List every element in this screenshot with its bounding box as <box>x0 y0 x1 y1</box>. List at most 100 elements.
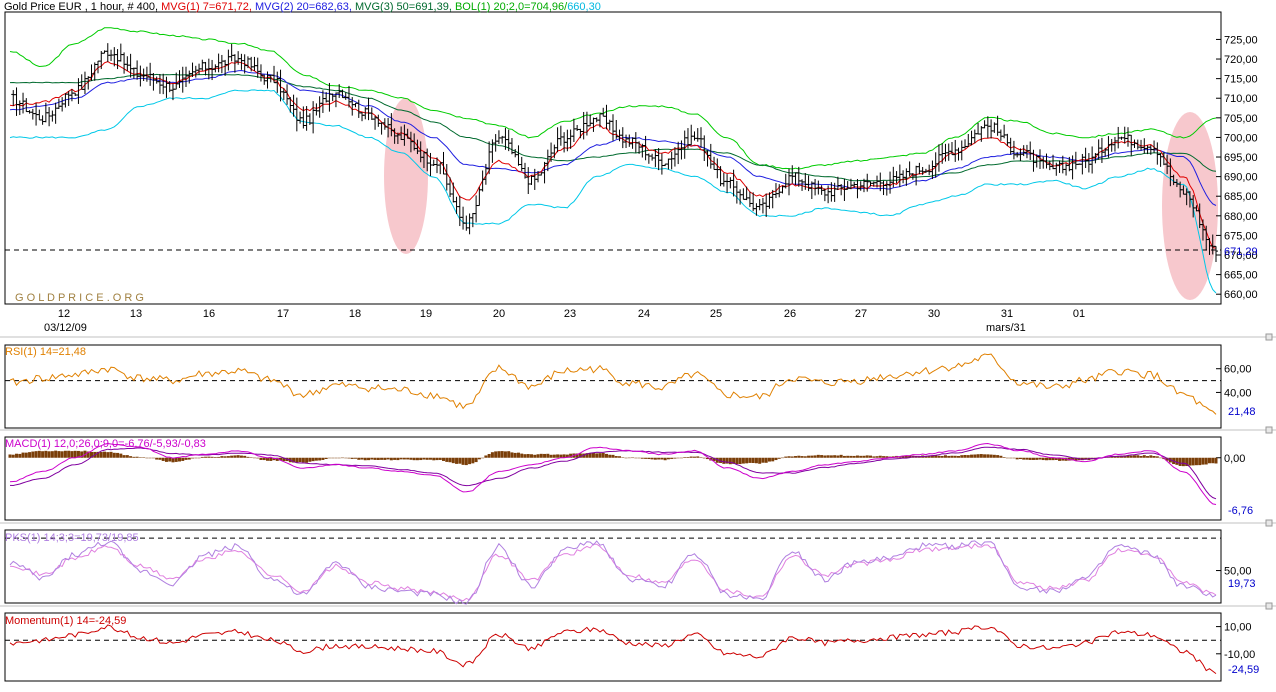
macd-histogram-bar <box>184 457 188 460</box>
macd-histogram-bar <box>520 453 524 458</box>
price-legend-item-5: 660,30 <box>567 1 601 13</box>
x-axis-label-20: 20 <box>493 308 505 320</box>
macd-histogram-bar <box>986 454 990 458</box>
price-y-tick-label: 695,00 <box>1224 152 1258 164</box>
macd-histogram-bar <box>422 457 426 460</box>
macd-histogram-bar <box>122 455 126 458</box>
macd-histogram-bar <box>432 457 436 461</box>
y-tick-label: 60,00 <box>1224 364 1252 376</box>
price-y-tick-label: 680,00 <box>1224 211 1258 223</box>
macd-histogram-bar <box>311 457 315 462</box>
macd-histogram-bar <box>138 457 142 458</box>
price-legend: Gold Price EUR , 1 hour, # 400, MVG(1) 7… <box>4 1 601 13</box>
macd-histogram-bar <box>112 452 116 458</box>
macd-histogram-bar <box>797 455 801 458</box>
macd-histogram-bar <box>129 456 133 458</box>
macd-histogram-bar <box>223 456 227 458</box>
macd-histogram-bar <box>99 452 103 458</box>
macd-histogram-bar <box>63 450 67 458</box>
macd-histogram-bar <box>644 457 648 459</box>
macd-histogram-bar <box>249 457 253 459</box>
rsi-legend: RSI(1) 14=21,48 <box>5 346 86 358</box>
macd-histogram-bar <box>1031 457 1035 460</box>
macd-histogram-bar <box>530 454 534 458</box>
price-y-tick-label: 675,00 <box>1224 230 1258 242</box>
macd-histogram-bar <box>60 451 64 458</box>
macd-histogram-bar <box>741 457 745 464</box>
macd-histogram-bar <box>402 457 406 460</box>
macd-histogram-bar <box>220 456 224 458</box>
macd-histogram-bar <box>611 454 615 458</box>
macd-histogram-bar <box>800 456 804 458</box>
macd-histogram-bar <box>386 457 390 460</box>
macd-histogram-bar <box>314 457 318 461</box>
macd-histogram-bar <box>8 454 12 458</box>
macd-histogram-bar <box>357 457 361 460</box>
date-label-start: 03/12/09 <box>44 322 87 334</box>
macd-histogram-bar <box>940 455 944 458</box>
macd-histogram-bar <box>618 456 622 458</box>
macd-histogram-bar <box>794 456 798 458</box>
macd-histogram-bar <box>148 457 152 459</box>
macd-histogram-bar <box>754 457 758 464</box>
macd-histogram-bar <box>1204 457 1208 465</box>
y-tick-label: -10,00 <box>1224 649 1255 661</box>
macd-histogram-bar <box>477 457 481 460</box>
macd-histogram-bar <box>878 455 882 458</box>
macd-histogram-bar <box>761 457 765 463</box>
panel-resize-handle <box>1265 519 1273 527</box>
macd-histogram-bar <box>455 457 459 464</box>
macd-histogram-bar <box>1142 455 1146 458</box>
macd-histogram-bar <box>790 456 794 458</box>
macd-histogram-bar <box>699 457 703 458</box>
macd-histogram-bar <box>549 454 553 458</box>
macd-histogram-bar <box>764 457 768 463</box>
macd-histogram-bar <box>428 457 432 460</box>
macd-histogram-bar <box>673 457 677 459</box>
macd-histogram-bar <box>484 455 488 458</box>
macd-histogram-bar <box>191 457 195 459</box>
macd-histogram-bar <box>464 457 468 466</box>
macd-histogram-bar <box>807 455 811 458</box>
macd-histogram-bar <box>1201 457 1205 465</box>
macd-histogram-bar <box>996 455 1000 458</box>
macd-histogram-bar <box>966 455 970 458</box>
macd-histogram-bar <box>722 457 726 464</box>
chart-root: 660,00 665,00 670,00 675,00 680,00 685,00 690,… <box>0 0 1276 687</box>
panel-resize-handle <box>1265 426 1273 434</box>
macd-histogram-bar <box>614 456 618 458</box>
macd-histogram-bar <box>1048 457 1052 461</box>
macd-histogram-bar <box>503 451 507 458</box>
macd-histogram-bar <box>833 455 837 458</box>
macd-histogram-bar <box>259 457 263 460</box>
macd-histogram-bar <box>725 457 729 464</box>
macd-histogram-bar <box>54 450 58 458</box>
macd-histogram-bar <box>957 455 961 458</box>
macd-histogram-bar <box>1155 456 1159 458</box>
x-axis-label-23: 23 <box>564 308 576 320</box>
macd-histogram-bar <box>37 450 41 458</box>
macd-histogram-bar <box>174 457 178 462</box>
macd-histogram-bar <box>151 457 155 459</box>
macd-histogram-bar <box>373 457 377 460</box>
macd-histogram-bar <box>1149 455 1153 458</box>
macd-histogram-bar <box>855 455 859 458</box>
macd-histogram-bar <box>1211 457 1215 464</box>
macd-histogram-bar <box>1002 457 1006 458</box>
x-axis-label-19: 19 <box>420 308 432 320</box>
panel-resize-handle <box>1265 333 1273 341</box>
macd-histogram-bar <box>380 457 384 460</box>
macd-histogram-bar <box>500 451 504 458</box>
macd-histogram-bar <box>18 453 22 458</box>
macd-histogram-bar <box>73 450 77 458</box>
macd-legend: MACD(1) 12,0;26,0;9,0=-6,76/-5,93/-0,83 <box>5 438 206 450</box>
macd-histogram-bar <box>1178 457 1182 466</box>
x-axis-label-01: 01 <box>1073 308 1085 320</box>
macd-histogram-bar <box>624 457 628 459</box>
macd-histogram-bar <box>1146 456 1150 458</box>
macd-histogram-bar <box>598 453 602 458</box>
macd-histogram-bar <box>354 457 358 459</box>
y-tick-label: 40,00 <box>1224 387 1252 399</box>
macd-histogram-bar <box>1214 457 1218 464</box>
macd-histogram-bar <box>376 457 380 460</box>
